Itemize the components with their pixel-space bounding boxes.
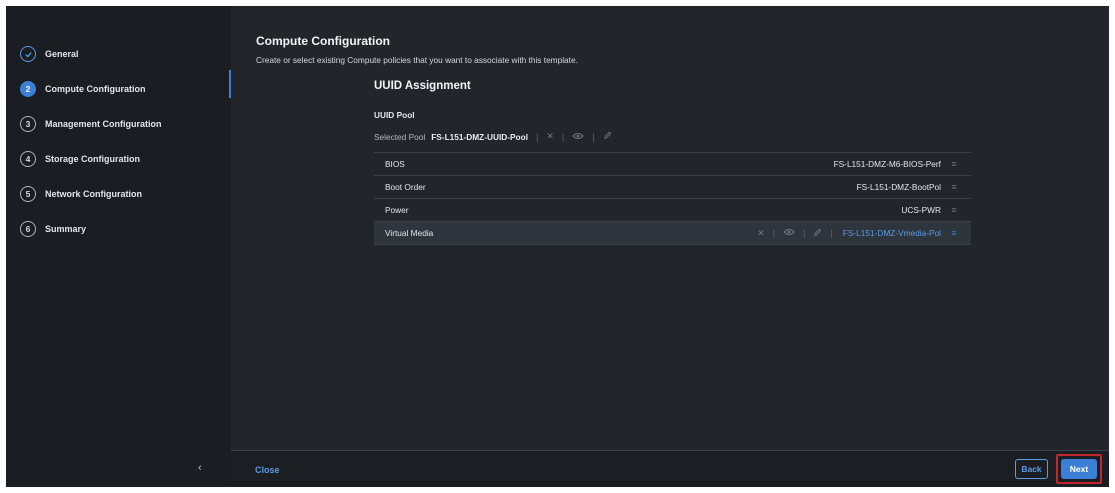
edit-icon[interactable] bbox=[813, 228, 822, 239]
main-content: Compute Configuration Create or select e… bbox=[231, 6, 1109, 451]
view-icon[interactable] bbox=[783, 228, 795, 238]
view-icon[interactable] bbox=[572, 132, 584, 142]
separator: | bbox=[536, 131, 539, 142]
step-number: 5 bbox=[20, 186, 36, 202]
policy-row-virtual-media[interactable]: Virtual Media ✕ | | | FS-L151-DMZ-Vmedia… bbox=[374, 222, 971, 245]
separator: | bbox=[803, 228, 806, 238]
step-number: 4 bbox=[20, 151, 36, 167]
wizard-steps-sidebar: General 2 Compute Configuration 3 Manage… bbox=[6, 6, 230, 487]
step-summary[interactable]: 6 Summary bbox=[20, 217, 86, 241]
step-compute-configuration[interactable]: 2 Compute Configuration bbox=[20, 77, 146, 101]
policy-value: FS-L151-DMZ-M6-BIOS-Perf bbox=[833, 159, 941, 169]
back-button[interactable]: Back bbox=[1015, 459, 1048, 479]
step-label: Compute Configuration bbox=[45, 84, 146, 94]
policy-row-power[interactable]: Power UCS-PWR ≡ bbox=[374, 199, 971, 222]
close-button[interactable]: Close bbox=[255, 465, 280, 475]
page-title: Compute Configuration bbox=[256, 34, 390, 48]
step-label: Storage Configuration bbox=[45, 154, 140, 164]
policy-name: Virtual Media bbox=[385, 228, 434, 238]
step-management-configuration[interactable]: 3 Management Configuration bbox=[20, 112, 162, 136]
policy-value: UCS-PWR bbox=[901, 205, 941, 215]
policy-select-icon[interactable]: ≡ bbox=[949, 228, 959, 238]
policy-name: BIOS bbox=[385, 159, 405, 169]
separator: | bbox=[830, 228, 833, 238]
step-label: Summary bbox=[45, 224, 87, 234]
edit-icon[interactable] bbox=[603, 131, 612, 142]
wizard-footer: Close Back Next bbox=[231, 450, 1109, 487]
uuid-pool-label: UUID Pool bbox=[374, 110, 415, 120]
policy-name: Boot Order bbox=[385, 182, 426, 192]
policy-row-bios[interactable]: BIOS FS-L151-DMZ-M6-BIOS-Perf ≡ bbox=[374, 152, 971, 176]
step-storage-configuration[interactable]: 4 Storage Configuration bbox=[20, 147, 140, 171]
next-button[interactable]: Next bbox=[1061, 459, 1097, 479]
step-network-configuration[interactable]: 5 Network Configuration bbox=[20, 182, 142, 206]
separator: | bbox=[592, 131, 595, 142]
selected-pool-label: Selected Pool bbox=[374, 131, 426, 142]
step-label: Network Configuration bbox=[45, 189, 142, 199]
page-subtitle: Create or select existing Compute polici… bbox=[256, 55, 578, 65]
policy-select-icon[interactable]: ≡ bbox=[949, 182, 959, 192]
selected-pool-value: FS-L151-DMZ-UUID-Pool bbox=[431, 131, 528, 142]
next-button-highlight: Next bbox=[1056, 454, 1102, 484]
close-icon[interactable]: ✕ bbox=[757, 228, 765, 239]
collapse-sidebar-icon[interactable]: ‹ bbox=[198, 462, 202, 474]
step-number: 2 bbox=[20, 81, 36, 97]
check-icon bbox=[20, 46, 36, 62]
policy-name: Power bbox=[385, 205, 409, 215]
wizard-frame: General 2 Compute Configuration 3 Manage… bbox=[6, 6, 1109, 487]
separator: | bbox=[561, 131, 565, 142]
step-label: Management Configuration bbox=[45, 119, 162, 129]
step-label: General bbox=[45, 49, 79, 59]
policy-value: FS-L151-DMZ-BootPol bbox=[856, 182, 941, 192]
policy-select-icon[interactable]: ≡ bbox=[949, 159, 959, 169]
uuid-section-title: UUID Assignment bbox=[374, 80, 471, 92]
policy-list: BIOS FS-L151-DMZ-M6-BIOS-Perf ≡ Boot Ord… bbox=[374, 152, 971, 245]
close-icon[interactable]: ✕ bbox=[546, 131, 554, 142]
step-number: 3 bbox=[20, 116, 36, 132]
policy-row-boot-order[interactable]: Boot Order FS-L151-DMZ-BootPol ≡ bbox=[374, 176, 971, 199]
selected-pool-row: Selected Pool FS-L151-DMZ-UUID-Pool | ✕ … bbox=[374, 131, 612, 142]
separator: | bbox=[772, 228, 776, 238]
policy-select-icon[interactable]: ≡ bbox=[949, 205, 959, 215]
policy-value-link[interactable]: FS-L151-DMZ-Vmedia-Pol bbox=[843, 228, 941, 238]
step-number: 6 bbox=[20, 221, 36, 237]
step-general[interactable]: General bbox=[20, 42, 79, 66]
